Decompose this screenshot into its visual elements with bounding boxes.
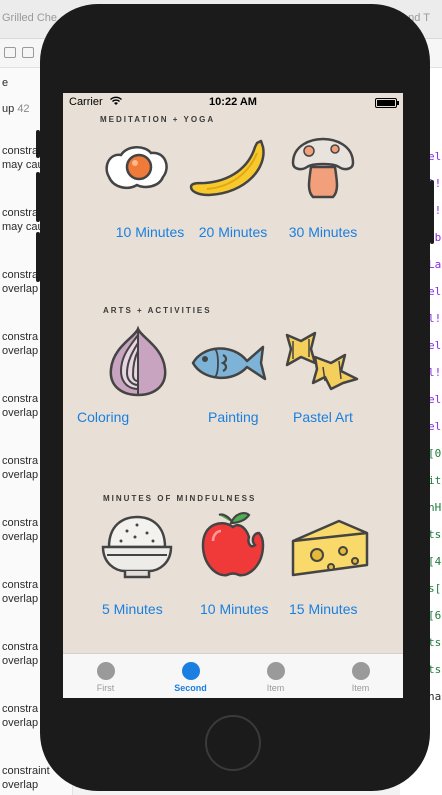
meditation-30-minutes-link[interactable]: 30 Minutes [263, 224, 383, 240]
fried-egg-icon[interactable] [101, 139, 173, 197]
tab-item-4-icon [351, 662, 370, 680]
mindfulness-10-minutes-link[interactable]: 10 Minutes [200, 601, 268, 617]
ide-tab[interactable]: Grilled Che [2, 12, 57, 24]
tab-first-label: First [96, 683, 115, 693]
issue-row-text[interactable]: constraint [2, 764, 50, 778]
tab-item-3[interactable]: Item [233, 654, 318, 698]
issue-row-text[interactable]: may cau [2, 158, 44, 172]
onion-icon[interactable] [105, 325, 171, 399]
fish-icon[interactable] [189, 339, 271, 387]
power-button [430, 180, 434, 244]
mindfulness-5-minutes-link[interactable]: 5 Minutes [102, 601, 163, 617]
issue-row-text[interactable]: constra [2, 702, 38, 716]
issue-row-text[interactable]: overlap [2, 406, 38, 420]
status-time: 10:22 AM [209, 96, 257, 108]
issue-row-text[interactable]: overlap [2, 654, 38, 668]
issue-row-text[interactable]: overlap [2, 592, 38, 606]
home-button[interactable] [205, 715, 261, 771]
issue-row-text[interactable]: overlap [2, 778, 38, 792]
issue-row-text[interactable]: overlap [2, 344, 38, 358]
section-title-arts: ARTS + ACTIVITIES [103, 306, 212, 315]
code-line: el! [428, 339, 442, 352]
navigator-header: e [2, 77, 9, 89]
issue-row-text[interactable]: constra [2, 392, 38, 406]
tab-first-icon [96, 662, 115, 680]
painting-link[interactable]: Painting [208, 409, 259, 425]
issue-row-text[interactable]: constra [2, 144, 38, 158]
tab-second-label: Second [174, 683, 207, 693]
section-title-meditation: MEDITATION + YOGA [100, 115, 216, 124]
tab-item-3-icon [266, 662, 285, 680]
tab-first[interactable]: First [63, 654, 148, 698]
mute-switch [36, 130, 40, 158]
tab-item-4-label: Item [351, 683, 370, 693]
issue-row-text[interactable]: constra [2, 454, 38, 468]
grid-icon[interactable] [4, 47, 16, 58]
volume-up-button [36, 172, 40, 222]
section-title-mindfulness: MINUTES OF MINDFULNESS [103, 494, 257, 503]
code-line: ele [428, 150, 442, 163]
banana-icon[interactable] [187, 137, 267, 199]
code-line: nas [428, 690, 442, 703]
mindfulness-15-minutes-link[interactable]: 15 Minutes [289, 601, 357, 617]
cheese-icon[interactable] [289, 517, 371, 579]
issue-row-text[interactable]: constra [2, 268, 38, 282]
issue-row-text[interactable]: constra [2, 330, 38, 344]
issue-row-text[interactable]: constra [2, 578, 38, 592]
pastel-art-link[interactable]: Pastel Art [293, 409, 353, 425]
app-screen: Carrier 10:22 AM MEDITATION + YOGA 10 Mi… [63, 93, 403, 698]
tab-item-3-label: Item [266, 683, 285, 693]
issue-row-text[interactable]: overlap [2, 530, 38, 544]
tab-second-icon [181, 662, 200, 680]
battery-icon [375, 98, 399, 108]
rice-bowl-icon[interactable] [101, 513, 173, 579]
issue-row-text[interactable]: overlap [2, 468, 38, 482]
tag-icon[interactable] [22, 47, 34, 58]
issue-group-label: up [2, 103, 15, 115]
issue-row-text[interactable]: overlap [2, 716, 38, 730]
code-line: el! [428, 285, 442, 298]
pasta-icon[interactable] [285, 327, 359, 391]
tab-bar: First Second Item Item [63, 653, 403, 698]
apple-icon[interactable] [197, 509, 269, 579]
tab-second[interactable]: Second [148, 654, 233, 698]
coloring-link[interactable]: Coloring [77, 409, 129, 425]
issue-row-text[interactable]: constra [2, 516, 38, 530]
issue-group-summary[interactable]: up 42 [2, 102, 30, 116]
issue-row-text[interactable]: overlap [2, 282, 38, 296]
tab-item-4[interactable]: Item [318, 654, 403, 698]
volume-down-button [36, 232, 40, 282]
status-bar: Carrier 10:22 AM [63, 93, 403, 113]
issue-count: 42 [17, 103, 30, 115]
issue-row-text[interactable]: constra [2, 640, 38, 654]
issue-row-text[interactable]: constra [2, 206, 38, 220]
mushroom-icon[interactable] [287, 137, 359, 201]
